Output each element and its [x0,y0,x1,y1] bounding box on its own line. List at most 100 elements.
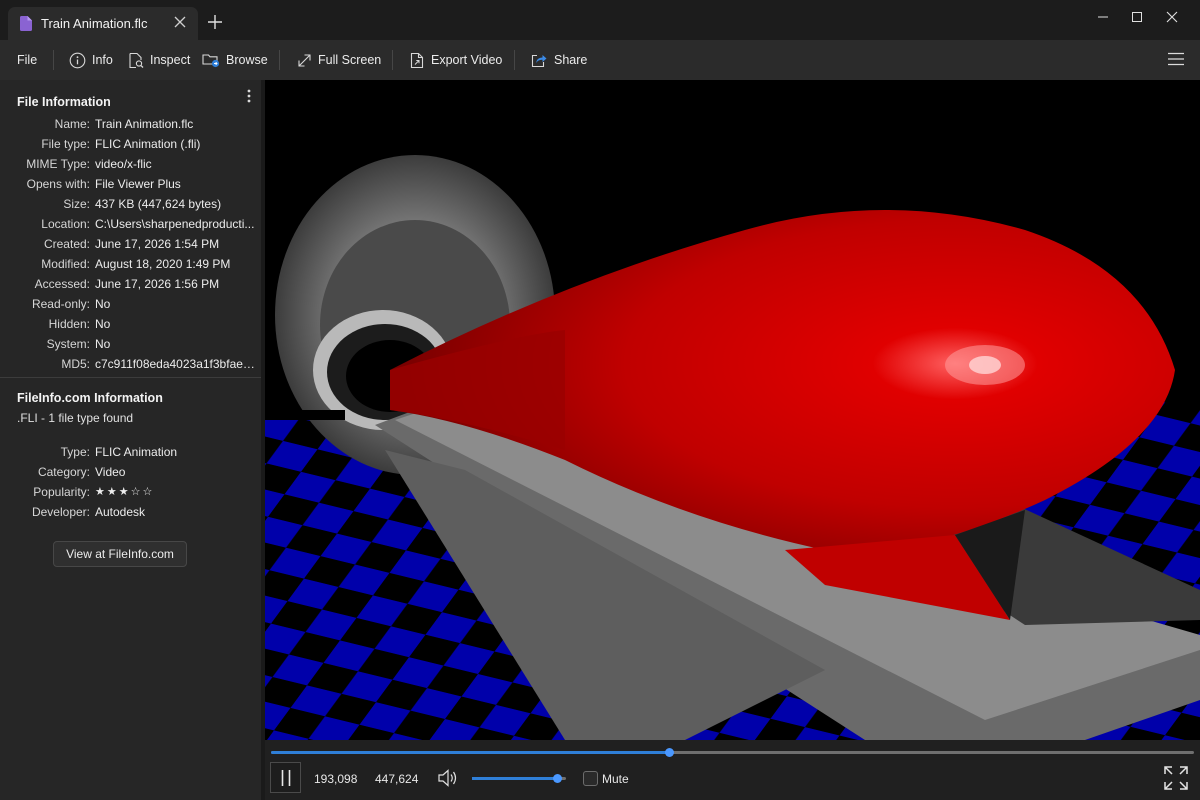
view-at-fileinfo-button[interactable]: View at FileInfo.com [53,541,187,567]
tab-title: Train Animation.flc [41,16,148,31]
info-value: August 18, 2020 1:49 PM [95,257,231,271]
fileinfo-title: FileInfo.com Information [17,391,163,405]
folder-browse-icon [202,54,220,68]
info-value: Video [95,465,126,479]
volume-level [472,777,557,780]
expand-icon [298,53,311,67]
pause-button[interactable] [270,762,301,793]
share-icon [531,54,547,68]
info-label: Developer: [31,505,90,519]
info-row-modified: Modified: August 18, 2020 1:49 PM [0,257,260,277]
info-row-name: Name: Train Animation.flc [0,117,260,137]
info-row-mime-type: MIME Type: video/x-flic [0,157,260,177]
info-value: Autodesk [95,505,146,519]
info-label: Popularity: [33,485,90,499]
info-label: Hidden: [48,317,90,331]
toolbar-separator [514,50,515,70]
file-icon [20,16,32,31]
hamburger-menu-icon[interactable] [1168,52,1184,66]
toolbar-separator [392,50,393,70]
section-divider [0,377,261,378]
file-information-title: File Information [17,95,111,109]
video-frame [265,155,1200,740]
info-label: Category: [37,465,90,479]
info-button[interactable]: Info [69,48,113,72]
toolbar-separator [279,50,280,70]
info-value: Train Animation.flc [95,117,194,131]
info-row-hidden: Hidden: No [0,317,260,337]
title-bar: Train Animation.flc [0,0,1200,40]
file-tab[interactable]: Train Animation.flc [8,7,198,40]
seek-thumb[interactable] [664,748,674,757]
browse-button[interactable]: Browse [202,48,268,72]
popularity-stars: ★★★☆☆ [95,486,155,498]
mute-checkbox[interactable] [583,771,598,786]
info-label: Opens with: [26,177,90,191]
maximize-button[interactable] [1117,6,1157,28]
info-row-opens-with: Opens with: File Viewer Plus [0,177,260,197]
info-label: Type: [60,445,90,459]
info-row-size: Size: 437 KB (447,624 bytes) [0,197,260,217]
info-label: MIME Type: [26,157,90,171]
current-position: 193,098 [314,772,358,786]
close-tab-icon[interactable] [172,14,188,30]
playback-controls: 193,098 447,624 Mute [265,740,1200,800]
info-label: Location: [41,217,90,231]
new-tab-icon[interactable] [206,13,224,31]
fullscreen-icon[interactable] [1163,765,1189,791]
inspect-icon [129,52,144,68]
fileinfo-subtitle: .FLI - 1 file type found [17,411,134,425]
full-screen-button[interactable]: Full Screen [297,48,381,72]
info-label: Info [92,53,113,67]
info-label: System: [46,337,90,351]
info-value: No [95,317,111,331]
fileinfo-row-category: Category: Video [0,465,260,485]
info-value: 437 KB (447,624 bytes) [95,197,222,211]
info-value: c7c911f08eda4023a1f3bfaeb7... [95,357,257,371]
inspect-label: Inspect [150,53,191,67]
info-value: FLIC Animation [95,445,178,459]
volume-thumb[interactable] [552,774,562,783]
info-value: No [95,337,111,351]
seek-bar[interactable] [271,748,1194,757]
info-value: No [95,297,111,311]
info-value: C:\Users\sharpenedproducti... [95,217,255,231]
close-icon [1166,11,1178,23]
toolbar: File Info Inspect Browse Full Screen Exp… [0,40,1200,80]
more-options-icon[interactable] [243,88,255,104]
pause-icon [281,770,291,786]
info-value: File Viewer Plus [95,177,181,191]
info-row-file-type: File type: FLIC Animation (.fli) [0,137,260,157]
file-menu-label: File [17,53,38,67]
info-label: Accessed: [34,277,90,291]
mute-label: Mute [602,772,629,786]
browse-label: Browse [226,53,268,67]
export-video-button[interactable]: Export Video [410,48,502,72]
export-file-icon [410,52,424,68]
info-label: Name: [54,117,90,131]
info-row-location: Location: C:\Users\sharpenedproducti... [0,217,260,237]
fileinfo-row-popularity: Popularity: ★★★☆☆ [0,485,260,505]
toolbar-separator [53,50,54,70]
maximize-icon [1132,12,1142,22]
info-label: Size: [63,197,90,211]
info-value: FLIC Animation (.fli) [95,137,201,151]
info-label: Modified: [41,257,90,271]
info-label: File type: [41,137,90,151]
info-label: Created: [43,237,90,251]
share-button[interactable]: Share [531,48,587,72]
video-viewer[interactable] [265,80,1200,740]
info-row-accessed: Accessed: June 17, 2026 1:56 PM [0,277,260,297]
share-label: Share [554,53,588,67]
info-row-created: Created: June 17, 2026 1:54 PM [0,237,260,257]
volume-slider[interactable] [472,774,566,783]
close-window-button[interactable] [1152,6,1192,28]
info-value: June 17, 2026 1:56 PM [95,277,220,291]
inspect-button[interactable]: Inspect [129,48,190,72]
info-label: MD5: [61,357,90,371]
volume-icon[interactable] [437,768,459,788]
seek-progress [271,751,669,754]
info-icon [69,52,86,68]
total-length: 447,624 [375,772,419,786]
file-menu-button[interactable]: File [17,48,37,72]
